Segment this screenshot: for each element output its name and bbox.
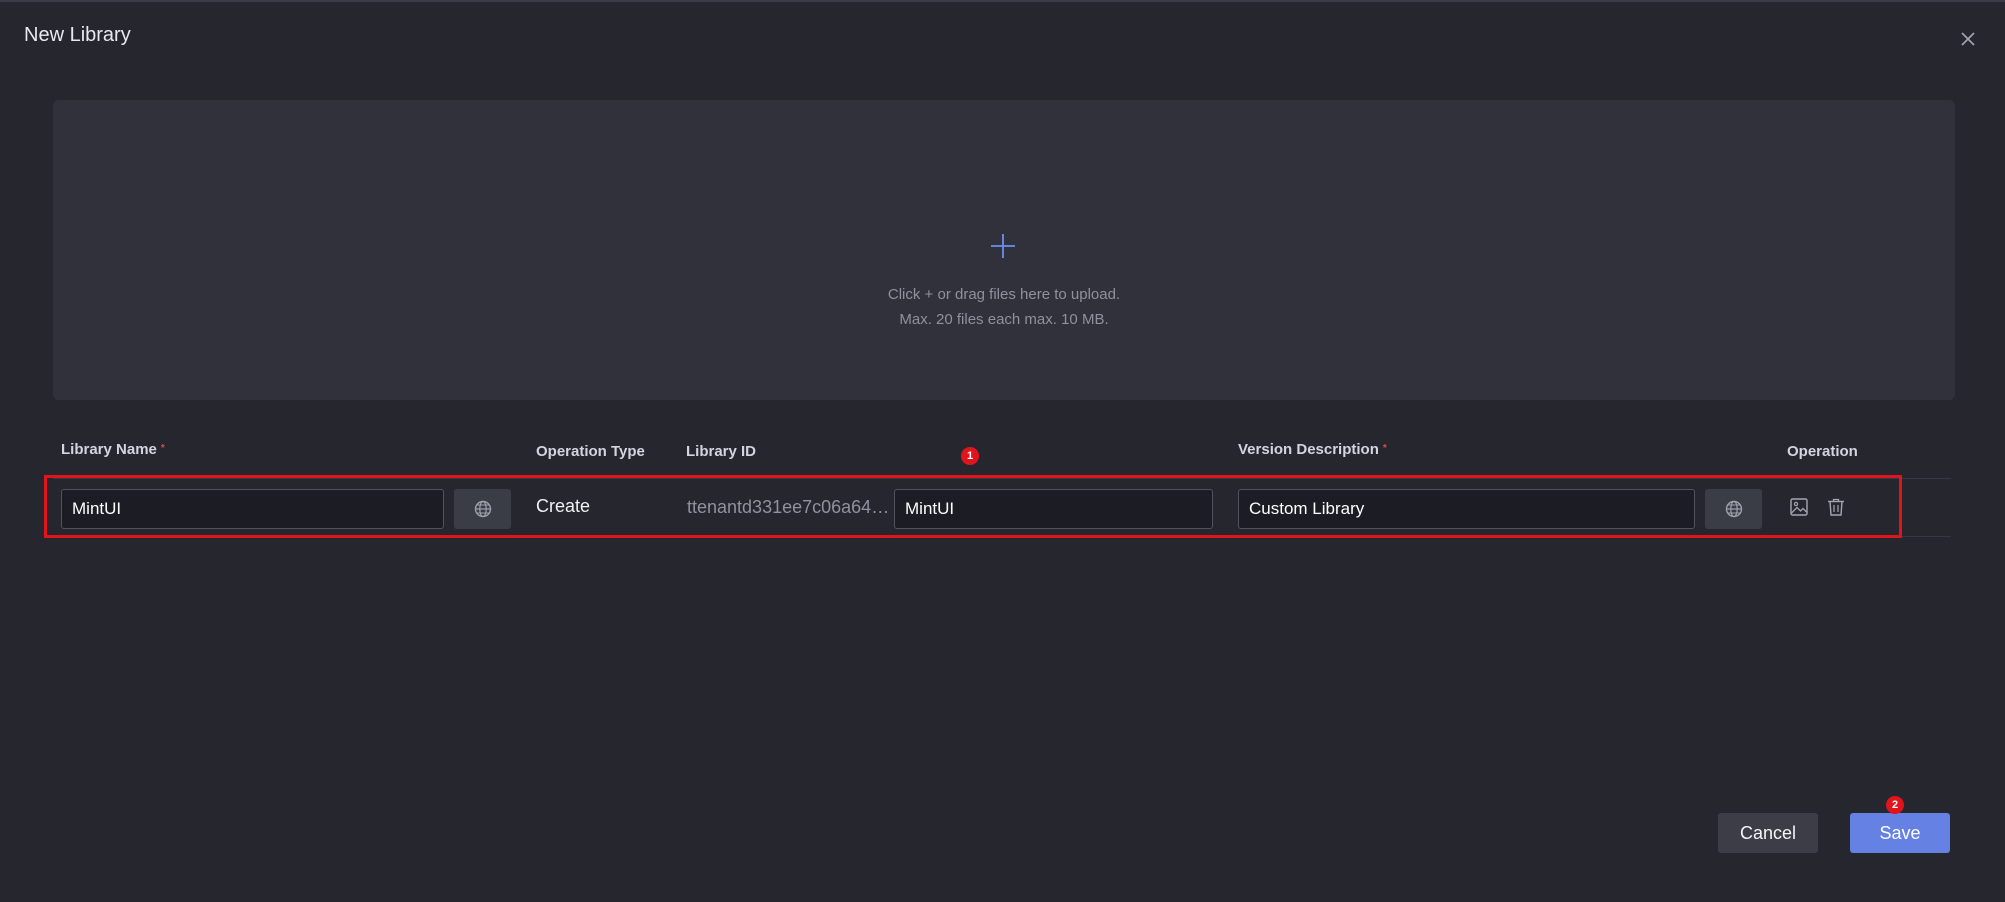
column-header-library-name: Library Name * <box>61 441 165 458</box>
version-description-translate-button[interactable] <box>1705 489 1762 529</box>
trash-icon <box>1828 498 1844 516</box>
annotation-badge-2: 2 <box>1886 796 1904 814</box>
upload-hint-limits: Max. 20 files each max. 10 MB. <box>899 311 1109 328</box>
library-id-prefix: ttenantd331ee7c06a64f... <box>687 497 891 517</box>
image-icon <box>1790 498 1808 516</box>
operation-type-value: Create <box>536 496 591 516</box>
library-name-translate-button[interactable] <box>454 489 511 529</box>
preview-image-button[interactable] <box>1788 496 1810 518</box>
column-header-library-id: Library ID <box>686 443 757 460</box>
header-divider <box>53 478 1951 479</box>
library-name-input[interactable] <box>61 489 444 529</box>
globe-icon <box>1725 500 1742 518</box>
column-header-label: Library Name <box>61 441 157 458</box>
cancel-button[interactable]: Cancel <box>1718 813 1818 853</box>
save-button[interactable]: Save <box>1850 813 1950 853</box>
dialog-title: New Library <box>24 24 131 46</box>
library-id-input[interactable] <box>894 489 1213 529</box>
required-marker: * <box>160 443 165 454</box>
close-icon <box>1961 32 1975 46</box>
plus-icon <box>991 234 1015 258</box>
annotation-badge-1: 1 <box>961 447 979 465</box>
row-divider <box>53 536 1951 537</box>
globe-icon <box>474 500 491 518</box>
top-border <box>0 0 2005 2</box>
version-description-input[interactable] <box>1238 489 1695 529</box>
column-header-operation: Operation <box>1787 443 1858 460</box>
column-header-label: Version Description <box>1238 441 1379 458</box>
column-header-version-description: Version Description * <box>1238 441 1387 458</box>
upload-plus-button[interactable] <box>988 231 1018 261</box>
upload-hint-primary: Click + or drag files here to upload. <box>887 286 1121 303</box>
close-button[interactable] <box>1955 26 1981 52</box>
column-header-operation-type: Operation Type <box>536 443 645 460</box>
delete-row-button[interactable] <box>1825 496 1847 518</box>
required-marker: * <box>1382 443 1387 454</box>
